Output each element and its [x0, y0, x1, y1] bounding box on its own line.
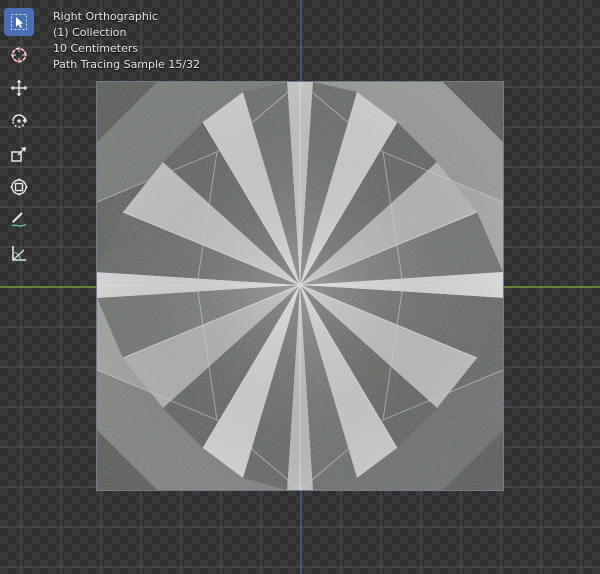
scale-tool[interactable] [4, 140, 34, 168]
cursor-tool[interactable] [4, 41, 34, 69]
cursor-icon [11, 47, 27, 63]
measure-icon [12, 246, 26, 261]
select-box-tool[interactable] [4, 8, 34, 36]
scale-text: 10 Centimeters [53, 42, 139, 55]
tool-shelf [4, 8, 36, 267]
render-status-text: Path Tracing Sample 15/32 [53, 58, 201, 71]
measure-tool[interactable] [4, 239, 34, 267]
annotate-tool[interactable] [4, 206, 34, 234]
crystal-render-image [97, 82, 503, 490]
move-tool[interactable] [4, 74, 34, 102]
transform-icon [10, 178, 28, 196]
move-icon [10, 79, 28, 97]
scale-icon [11, 147, 26, 162]
viewport-3d[interactable]: Right Orthographic (1) Collection 10 Cen… [0, 0, 600, 574]
view-name-text: Right Orthographic [53, 10, 158, 23]
rotate-icon [12, 114, 28, 128]
render-preview [97, 82, 503, 490]
annotate-icon [11, 212, 27, 227]
viewport-info-overlay: Right Orthographic (1) Collection 10 Cen… [53, 9, 200, 73]
select-box-icon [11, 14, 27, 30]
collection-text: (1) Collection [53, 26, 127, 39]
transform-tool[interactable] [4, 173, 34, 201]
rotate-tool[interactable] [4, 107, 34, 135]
